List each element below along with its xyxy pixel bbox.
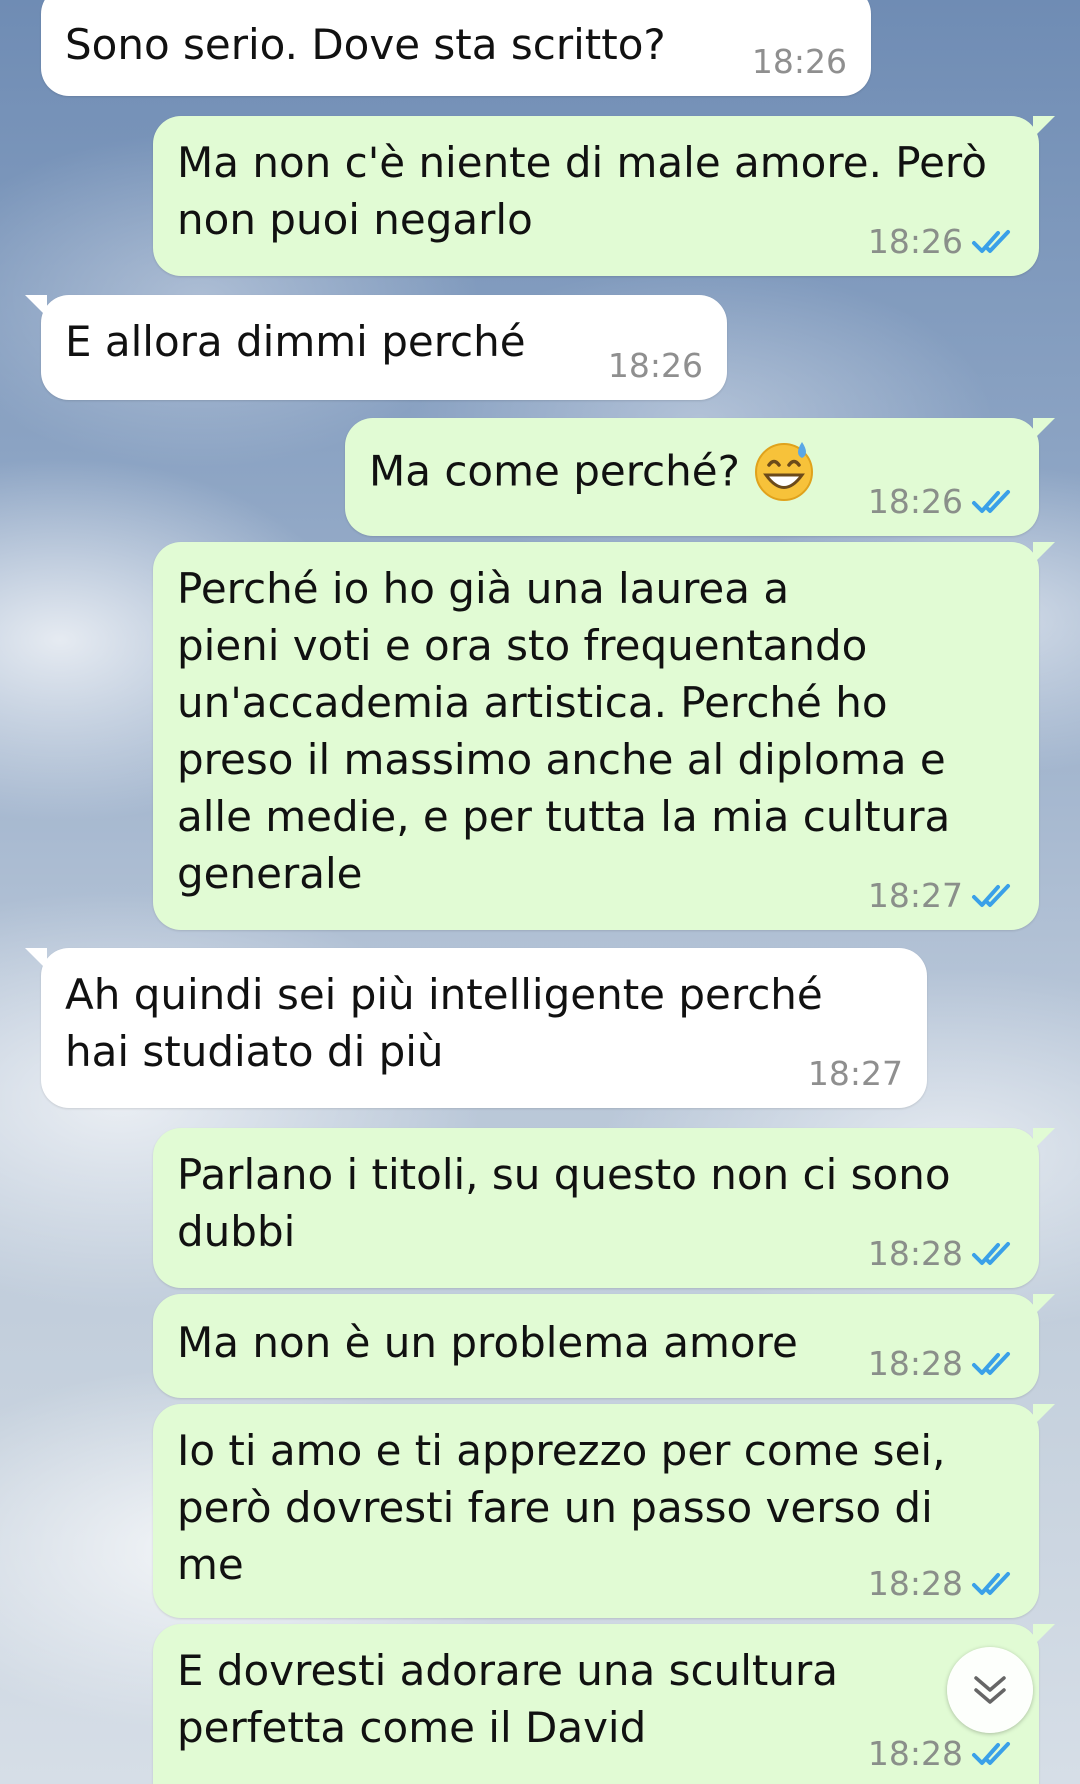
- double-check-icon: [972, 1352, 1010, 1375]
- double-check-icon: [972, 1242, 1010, 1265]
- double-check-icon: [972, 884, 1010, 907]
- double-check-icon: [972, 230, 1010, 253]
- message-bubble-outgoing[interactable]: Ma non c'è niente di male amore. Però no…: [153, 116, 1055, 276]
- message-bubble-outgoing[interactable]: Ma come perché? 18:26: [345, 418, 1055, 536]
- message-bubble-outgoing[interactable]: Io ti amo e ti apprezzo per come sei, pe…: [153, 1404, 1055, 1618]
- double-chevron-down-icon: [974, 1676, 1006, 1704]
- message-bubble-outgoing[interactable]: Perché io ho già una laurea a pieni voti…: [153, 542, 1055, 930]
- scroll-to-bottom-button[interactable]: [947, 1647, 1033, 1733]
- message-time: 18:28: [867, 1234, 963, 1273]
- message-time: 18:26: [867, 482, 963, 521]
- message-time: 18:27: [807, 1054, 903, 1093]
- message-bubble-incoming[interactable]: Sono serio. Dove sta scritto? 18:26: [41, 0, 871, 96]
- message-bubble-incoming[interactable]: Ah quindi sei più intelligente perché ha…: [25, 948, 927, 1108]
- message-time: 18:27: [867, 876, 963, 915]
- message-text: Ah quindi sei più intelligente perché ha…: [65, 970, 823, 1076]
- message-bubble-outgoing[interactable]: Ma non è un problema amore 18:28: [153, 1294, 1055, 1398]
- message-time: 18:26: [751, 42, 847, 81]
- message-bubble-outgoing[interactable]: Parlano i titoli, su questo non ci sono …: [153, 1128, 1055, 1288]
- message-text: Perché io ho già una laurea a pieni voti…: [177, 564, 951, 898]
- message-time: 18:28: [867, 1344, 963, 1383]
- message-text: Sono serio. Dove sta scritto?: [65, 20, 666, 69]
- message-time: 18:28: [867, 1564, 963, 1603]
- double-check-icon: [972, 1742, 1010, 1765]
- message-time: 18:26: [867, 222, 963, 261]
- message-time: 18:28: [867, 1734, 963, 1773]
- message-time: 18:26: [607, 346, 703, 385]
- message-bubble-outgoing[interactable]: E dovresti adorare una scultura perfetta…: [153, 1624, 1055, 1784]
- double-check-icon: [972, 490, 1010, 513]
- grinning-face-with-sweat-icon: [754, 442, 813, 501]
- double-check-icon: [972, 1572, 1010, 1595]
- message-bubble-incoming[interactable]: E allora dimmi perché 18:26: [25, 295, 727, 400]
